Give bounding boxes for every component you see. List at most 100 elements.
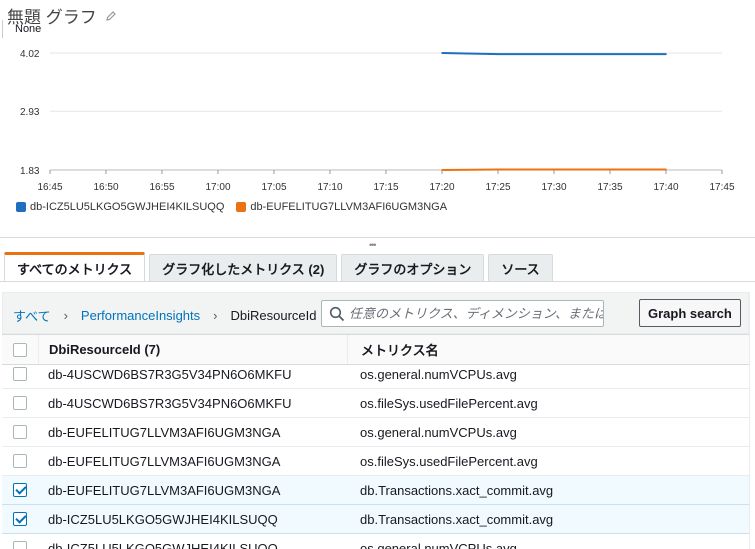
panel-splitter[interactable]: [0, 237, 755, 238]
row-checkbox-cell: [2, 367, 38, 381]
scrollbar[interactable]: [749, 292, 750, 549]
x-tick-label: 17:05: [261, 182, 286, 193]
data-point: [665, 168, 667, 171]
legend-label: db-ICZ5LU5LKGO5GWJHEI4KILSUQQ: [30, 201, 225, 213]
x-tick-label: 17:45: [709, 182, 734, 193]
row-checkbox-cell: [2, 483, 38, 497]
data-point: [553, 53, 555, 55]
breadcrumb-namespace[interactable]: PerformanceInsights: [81, 308, 200, 323]
row-dbiresourceid: db-EUFELITUG7LLVM3AFI6UGM3NGA: [48, 453, 281, 469]
row-checkbox[interactable]: [13, 396, 27, 410]
row-dbiresourceid: db-EUFELITUG7LLVM3AFI6UGM3NGA: [48, 482, 281, 498]
row-checkbox-cell: [2, 454, 38, 468]
row-dbiresourceid: db-4USCWD6BS7R3G5V34PN6O6MKFU: [48, 395, 292, 411]
breadcrumb-separator-icon: ›: [63, 308, 68, 323]
y-tick-label: 2.93: [20, 107, 40, 118]
x-tick-label: 17:35: [597, 182, 622, 193]
breadcrumb-dimension: DbiResourceId: [230, 308, 317, 323]
metrics-chart[interactable]: 4.02 2.93 1.83 16:45 16:50 16:55 17:00 17:05 17:…: [0, 40, 755, 200]
tab-1[interactable]: グラフ化したメトリクス (2): [149, 254, 338, 281]
y-axis-unit: None: [15, 23, 42, 35]
graph-search-button[interactable]: Graph search: [639, 299, 741, 327]
search-icon: [329, 306, 345, 321]
row-checkbox[interactable]: [13, 367, 27, 381]
row-metric-name: os.general.numVCPUs.avg: [360, 366, 517, 382]
row-metric-name: os.fileSys.usedFilePercent.avg: [360, 395, 538, 411]
left-border: [2, 20, 3, 38]
x-tick-label: 17:15: [373, 182, 398, 193]
row-checkbox[interactable]: [13, 454, 27, 468]
column-header-metric-name[interactable]: メトリクス名: [347, 335, 749, 364]
chart-legend: db-ICZ5LU5LKGO5GWJHEI4KILSUQQ db-EUFELITU…: [16, 201, 447, 213]
x-tick-label: 17:25: [485, 182, 510, 193]
tab-3[interactable]: ソース: [488, 254, 553, 281]
table-header: DbiResourceId (7) メトリクス名: [2, 334, 749, 365]
x-tick-label: 17:10: [317, 182, 342, 193]
pencil-icon[interactable]: [105, 10, 117, 22]
column-header-dbiresourceid[interactable]: DbiResourceId (7): [38, 335, 347, 364]
metrics-table: DbiResourceId (7) メトリクス名: [2, 334, 749, 365]
table-row[interactable]: db-ICZ5LU5LKGO5GWJHEI4KILSUQQ db.Transact…: [2, 505, 749, 534]
row-checkbox-cell: [2, 396, 38, 410]
data-point: [665, 53, 667, 55]
table-body[interactable]: db-4USCWD6BS7R3G5V34PN6O6MKFU os.general.…: [2, 366, 749, 549]
select-all-cell: [2, 342, 38, 357]
breadcrumb-separator-icon: ›: [213, 308, 218, 323]
y-tick-label: 4.02: [20, 49, 40, 60]
data-point: [441, 169, 443, 171]
row-dbiresourceid: db-EUFELITUG7LLVM3AFI6UGM3NGA: [48, 424, 281, 440]
data-point: [497, 168, 499, 171]
legend-item[interactable]: db-ICZ5LU5LKGO5GWJHEI4KILSUQQ: [16, 201, 224, 213]
row-metric-name: os.fileSys.usedFilePercent.avg: [360, 453, 538, 469]
metrics-browser-toolbar: すべて › PerformanceInsights › DbiResourceI…: [2, 292, 749, 334]
table-row[interactable]: db-EUFELITUG7LLVM3AFI6UGM3NGA os.fileSys.…: [2, 447, 749, 476]
data-point: [553, 168, 555, 171]
legend-swatch-icon: [236, 202, 247, 212]
legend-label: db-EUFELITUG7LLVM3AFI6UGM3NGA: [250, 201, 448, 213]
metric-search-box[interactable]: [321, 300, 604, 327]
table-row[interactable]: db-EUFELITUG7LLVM3AFI6UGM3NGA db.Transact…: [2, 476, 749, 505]
tab-0[interactable]: すべてのメトリクス: [4, 252, 146, 281]
data-point: [441, 52, 443, 54]
x-tick-label: 17:00: [205, 182, 230, 193]
row-dbiresourceid: db-ICZ5LU5LKGO5GWJHEI4KILSUQQ: [48, 540, 278, 549]
x-tick-label: 17:20: [429, 182, 454, 193]
metric-search-input[interactable]: [349, 306, 603, 321]
table-row[interactable]: db-ICZ5LU5LKGO5GWJHEI4KILSUQQ os.general.…: [2, 534, 749, 549]
x-tick-label: 16:45: [37, 182, 62, 193]
drag-handle-icon[interactable]: •••: [369, 240, 377, 250]
legend-item[interactable]: db-EUFELITUG7LLVM3AFI6UGM3NGA: [236, 201, 447, 213]
row-checkbox-cell: [2, 541, 38, 549]
data-point: [609, 168, 611, 171]
tabs-divider: [0, 281, 755, 282]
row-checkbox[interactable]: [13, 483, 27, 497]
row-metric-name: db.Transactions.xact_commit.avg: [360, 511, 554, 527]
row-dbiresourceid: db-4USCWD6BS7R3G5V34PN6O6MKFU: [48, 366, 292, 382]
row-dbiresourceid: db-ICZ5LU5LKGO5GWJHEI4KILSUQQ: [48, 511, 278, 527]
row-checkbox-cell: [2, 512, 38, 526]
table-row[interactable]: db-4USCWD6BS7R3G5V34PN6O6MKFU os.fileSys.…: [2, 389, 749, 418]
metrics-tabs: すべてのメトリクス グラフ化したメトリクス (2) グラフのオプション ソース: [4, 252, 553, 281]
data-point: [497, 53, 499, 55]
breadcrumb: すべて › PerformanceInsights › DbiResourceI…: [13, 306, 317, 325]
row-metric-name: os.general.numVCPUs.avg: [360, 424, 517, 440]
x-tick-label: 16:50: [93, 182, 118, 193]
row-checkbox[interactable]: [13, 425, 27, 439]
row-checkbox[interactable]: [13, 512, 27, 526]
select-all-checkbox[interactable]: [13, 342, 27, 357]
data-point: [609, 53, 611, 55]
row-metric-name: os.general.numVCPUs.avg: [360, 540, 517, 549]
table-row[interactable]: db-4USCWD6BS7R3G5V34PN6O6MKFU os.general.…: [2, 366, 749, 389]
x-tick-label: 17:30: [541, 182, 566, 193]
chart-svg: 4.02 2.93 1.83 16:45 16:50 16:55 17:00 17:05 17:…: [20, 49, 735, 193]
y-tick-label: 1.83: [20, 166, 40, 177]
x-tick-label: 16:55: [149, 182, 174, 193]
row-checkbox[interactable]: [13, 541, 27, 549]
x-tick-label: 17:40: [653, 182, 678, 193]
table-row[interactable]: db-EUFELITUG7LLVM3AFI6UGM3NGA os.general.…: [2, 418, 749, 447]
tab-2[interactable]: グラフのオプション: [341, 254, 485, 281]
legend-swatch-icon: [16, 202, 26, 212]
row-checkbox-cell: [2, 425, 38, 439]
row-metric-name: db.Transactions.xact_commit.avg: [360, 482, 554, 498]
breadcrumb-all[interactable]: すべて: [13, 306, 51, 325]
